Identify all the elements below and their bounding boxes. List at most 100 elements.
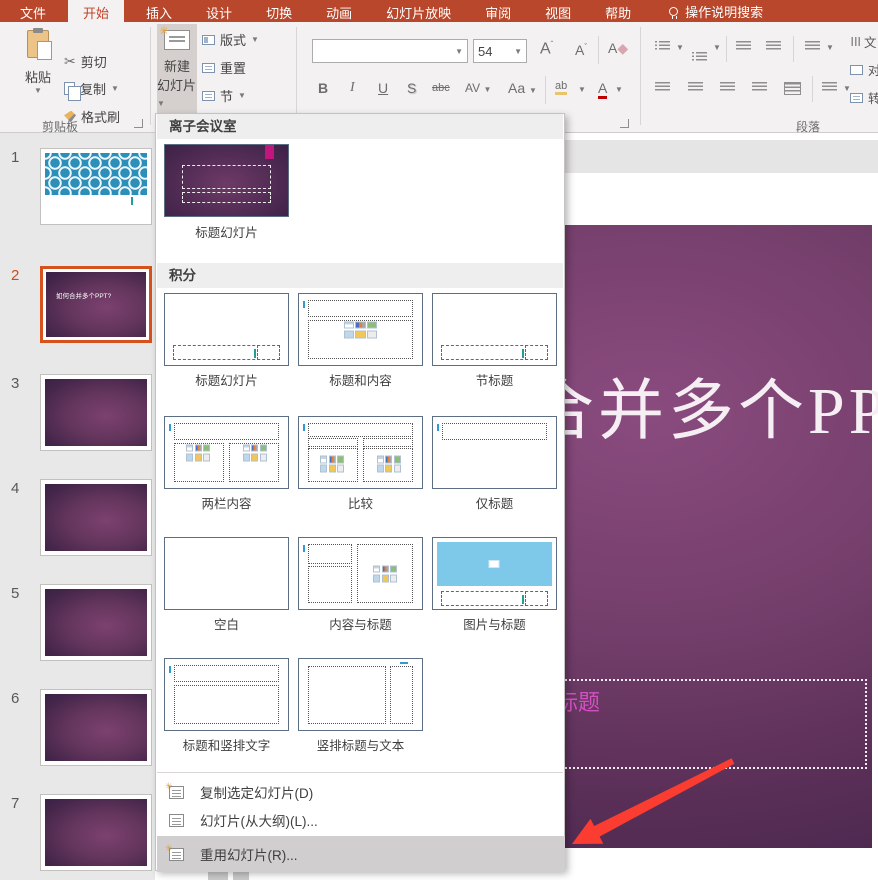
tab-view[interactable]: 视图 [533, 0, 583, 22]
copy-button[interactable]: 复制 ▼ [64, 79, 119, 98]
line-spacing-button[interactable] [805, 41, 820, 52]
shrink-font-button[interactable]: Aˇ [575, 42, 587, 58]
cut-button[interactable]: ✂ 剪切 [64, 52, 107, 71]
slide-thumbnail-5[interactable] [40, 584, 152, 661]
menu-slides-from-outline[interactable]: 幻灯片(从大纲)(L)... [157, 806, 565, 834]
new-slide-label-2: 幻灯片 ▼ [157, 75, 197, 109]
align-text-button[interactable]: 对 [850, 60, 878, 79]
font-size-combobox[interactable]: 54 ▼ [473, 39, 527, 63]
layout-label: 空白 [164, 614, 289, 633]
layout-icon [202, 35, 215, 45]
tab-home[interactable]: 开始 [68, 0, 124, 22]
reset-button[interactable]: 重置 [202, 58, 246, 77]
bold-button[interactable]: B [318, 80, 328, 96]
grow-font-button[interactable]: Aˆ [540, 40, 553, 58]
smartart-icon [850, 93, 863, 103]
bullets-button[interactable] [655, 41, 670, 52]
layout-dropdown-arrow[interactable]: ▼ [251, 35, 259, 44]
group-divider [150, 27, 151, 125]
slide-thumbnail-2[interactable]: 如何合并多个PPT? [40, 266, 152, 343]
line-spacing-dropdown-arrow[interactable]: ▼ [826, 43, 834, 52]
text-direction-button[interactable]: 文 [850, 32, 877, 51]
layout-title-and-vertical-text[interactable] [164, 658, 289, 731]
align-center-button[interactable] [688, 82, 703, 93]
layout-section-header[interactable] [432, 293, 557, 366]
menu-reuse-slides[interactable]: ✳ 重用幻灯片(R)... [157, 836, 565, 872]
paste-button[interactable]: 粘贴 ▼ [16, 30, 60, 95]
tab-slideshow[interactable]: 幻灯片放映 [374, 0, 463, 22]
scrollbar-fragment[interactable] [208, 871, 228, 880]
tell-me-label: 操作说明搜索 [685, 2, 763, 21]
layout-vertical-title-and-text[interactable] [298, 658, 423, 731]
tab-transitions[interactable]: 切换 [254, 0, 304, 22]
tab-file[interactable]: 文件 [8, 0, 58, 22]
new-slide-label-1: 新建 [164, 56, 190, 75]
slide-thumbnail-1[interactable] [40, 148, 152, 225]
underline-button[interactable]: U [378, 80, 388, 96]
layout-button[interactable]: 版式 ▼ [202, 30, 259, 49]
slide-number-7: 7 [11, 795, 19, 812]
font-color-dropdown-arrow[interactable]: ▼ [615, 85, 623, 94]
picture-icon [489, 560, 500, 568]
strikethrough-button[interactable]: abc [432, 82, 450, 94]
italic-button[interactable]: I [350, 80, 355, 96]
layout-title-and-content[interactable] [298, 293, 423, 366]
change-case-button[interactable]: Aa ▼ [508, 80, 537, 96]
new-slide-button[interactable]: ✳ 新建 幻灯片 ▼ [157, 24, 197, 113]
tab-insert[interactable]: 插入 [134, 0, 184, 22]
highlight-color-button[interactable]: ab [555, 80, 567, 95]
outline-slide-icon [169, 814, 184, 827]
section-button[interactable]: 节 ▼ [202, 86, 246, 105]
numbering-dropdown-arrow[interactable]: ▼ [713, 43, 721, 52]
paste-dropdown-arrow[interactable]: ▼ [34, 86, 42, 95]
clipboard-dialog-launcher[interactable] [134, 119, 143, 128]
layout-title-only[interactable] [432, 416, 557, 489]
slide-thumbnail-4[interactable] [40, 479, 152, 556]
decrease-indent-button[interactable] [736, 41, 751, 52]
layout-content-with-caption[interactable] [298, 537, 423, 610]
columns-button[interactable] [822, 82, 837, 93]
copy-icon [64, 82, 75, 95]
increase-indent-button[interactable] [766, 41, 781, 52]
highlight-dropdown-arrow[interactable]: ▼ [578, 85, 586, 94]
tab-design[interactable]: 设计 [194, 0, 244, 22]
tab-review[interactable]: 审阅 [473, 0, 523, 22]
character-spacing-button[interactable]: AV ▼ [465, 81, 491, 95]
divider [598, 36, 599, 64]
bullets-dropdown-arrow[interactable]: ▼ [676, 43, 684, 52]
tell-me-search[interactable]: 操作说明搜索 [669, 0, 763, 22]
convert-smartart-button[interactable]: 转 [850, 88, 878, 107]
align-left-button[interactable] [655, 82, 670, 93]
numbering-button[interactable] [692, 52, 707, 63]
font-name-dropdown-arrow[interactable]: ▼ [455, 47, 463, 56]
menu-duplicate-selected-slides[interactable]: ✳ 复制选定幻灯片(D) [157, 778, 565, 806]
tab-animations[interactable]: 动画 [314, 0, 364, 22]
layout-comparison[interactable] [298, 416, 423, 489]
reuse-slide-icon: ✳ [169, 848, 184, 861]
font-dialog-launcher[interactable] [620, 119, 629, 128]
justify-button[interactable] [752, 82, 767, 93]
layout-two-content[interactable] [164, 416, 289, 489]
theme-section-header-2: 积分 [157, 263, 563, 288]
tab-help[interactable]: 帮助 [593, 0, 643, 22]
layout-blank[interactable] [164, 537, 289, 610]
section-dropdown-arrow[interactable]: ▼ [238, 91, 246, 100]
font-color-button[interactable]: A [598, 80, 607, 99]
font-name-combobox[interactable]: ▼ [312, 39, 468, 63]
slide-thumbnail-6[interactable] [40, 689, 152, 766]
slide2-title-text: 如何合并多个PPT? [56, 290, 111, 300]
slide-thumbnail-3[interactable] [40, 374, 152, 451]
font-size-dropdown-arrow[interactable]: ▼ [514, 47, 522, 56]
text-shadow-button[interactable]: S [407, 80, 416, 96]
align-right-button[interactable] [720, 82, 735, 93]
distribute-button[interactable] [784, 82, 801, 95]
copy-dropdown-arrow[interactable]: ▼ [111, 84, 119, 93]
clear-formatting-button[interactable]: A◆ [608, 40, 628, 57]
layout-title-slide[interactable] [164, 293, 289, 366]
layout-picture-with-caption[interactable] [432, 537, 557, 610]
layout-label: 两栏内容 [164, 493, 289, 512]
layout-label: 内容与标题 [298, 614, 423, 633]
slide-thumbnail-7[interactable] [40, 794, 152, 871]
scrollbar-fragment[interactable] [233, 871, 249, 880]
layout-title-slide-ion[interactable] [164, 144, 289, 217]
